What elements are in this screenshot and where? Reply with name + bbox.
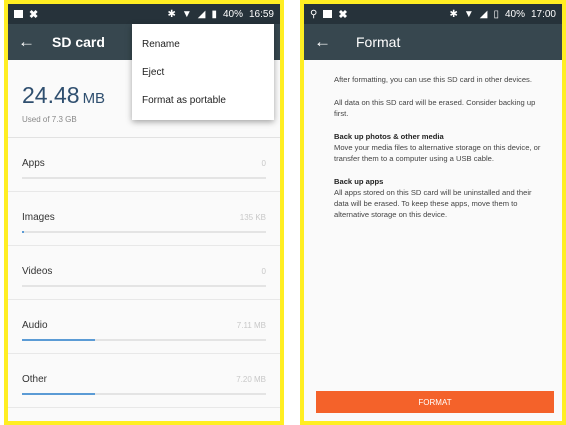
app-bar: ← Format	[304, 24, 562, 60]
menu-item-format-as-portable[interactable]: Format as portable	[132, 86, 274, 114]
category-label: Images	[22, 212, 55, 223]
backup-apps-section: Back up apps All apps stored on this SD …	[334, 176, 548, 220]
menu-item-eject[interactable]: Eject	[132, 58, 274, 86]
section-heading: Back up apps	[334, 177, 384, 186]
usb-icon: ⚲	[310, 8, 318, 20]
x-notification-icon: ✖	[338, 8, 348, 21]
format-screen: ⚲ ✖ ✱ ▼ ◢ ▯ 40% 17:00 ← Format After for…	[300, 0, 566, 425]
bluetooth-icon: ✱	[449, 8, 458, 20]
clock: 17:00	[530, 8, 556, 20]
category-label: Other	[22, 374, 48, 385]
section-heading: Back up photos & other media	[334, 132, 444, 141]
section-body: All apps stored on this SD card will be …	[334, 188, 532, 219]
category-size: 7.11 MB	[236, 321, 266, 330]
signal-icon: ◢	[479, 8, 488, 20]
category-bar	[22, 339, 266, 341]
status-bar: ⚲ ✖ ✱ ▼ ◢ ▯ 40% 17:00	[304, 4, 562, 24]
back-arrow-icon[interactable]: ←	[314, 32, 340, 52]
battery-icon: ▮	[211, 8, 217, 20]
category-size: 7.20 MB	[236, 375, 266, 384]
category-other[interactable]: Other 7.20 MB	[8, 354, 280, 408]
category-videos[interactable]: Videos 0	[8, 246, 280, 300]
intro-paragraph: After formatting, you can use this SD ca…	[334, 75, 532, 84]
x-notification-icon: ✖	[29, 8, 39, 21]
section-body: Move your media files to alternative sto…	[334, 143, 541, 163]
bluetooth-icon: ✱	[167, 8, 176, 20]
battery-percent: 40%	[504, 8, 525, 20]
warning-paragraph: All data on this SD card will be erased.…	[334, 98, 536, 118]
category-label: Apps	[22, 158, 45, 169]
overflow-menu: Rename Eject Format as portable	[132, 24, 274, 120]
sd-card-screen: ✖ ✱ ▼ ◢ ▮ 40% 16:59 ← SD card 24.48 MB Us…	[4, 0, 284, 425]
signal-icon: ◢	[197, 8, 206, 20]
back-arrow-icon[interactable]: ←	[18, 32, 44, 52]
page-title: SD card	[52, 34, 105, 50]
category-size: 0	[261, 159, 266, 168]
category-bar	[22, 177, 266, 179]
category-size: 135 KB	[239, 213, 266, 222]
category-bar	[22, 393, 266, 395]
storage-unit: MB	[82, 90, 106, 107]
wifi-icon: ▼	[463, 8, 474, 20]
format-button[interactable]: FORMAT	[316, 391, 554, 413]
category-apps[interactable]: Apps 0	[8, 138, 280, 192]
status-bar: ✖ ✱ ▼ ◢ ▮ 40% 16:59	[8, 4, 280, 24]
page-title: Format	[356, 34, 401, 50]
category-label: Videos	[22, 266, 53, 277]
wifi-icon: ▼	[181, 8, 192, 20]
notification-icon	[323, 10, 333, 18]
category-size: 0	[261, 267, 266, 276]
backup-media-section: Back up photos & other media Move your m…	[334, 131, 548, 164]
notification-icon	[14, 10, 23, 18]
battery-icon: ▯	[493, 8, 499, 20]
category-label: Audio	[22, 320, 48, 331]
menu-item-rename[interactable]: Rename	[132, 30, 274, 58]
storage-size: 24.48	[22, 82, 80, 108]
category-bar	[22, 285, 266, 287]
category-bar	[22, 231, 266, 233]
format-description: After formatting, you can use this SD ca…	[304, 60, 562, 220]
clock: 16:59	[248, 8, 274, 20]
category-audio[interactable]: Audio 7.11 MB	[8, 300, 280, 354]
battery-percent: 40%	[222, 8, 243, 20]
category-images[interactable]: Images 135 KB	[8, 192, 280, 246]
